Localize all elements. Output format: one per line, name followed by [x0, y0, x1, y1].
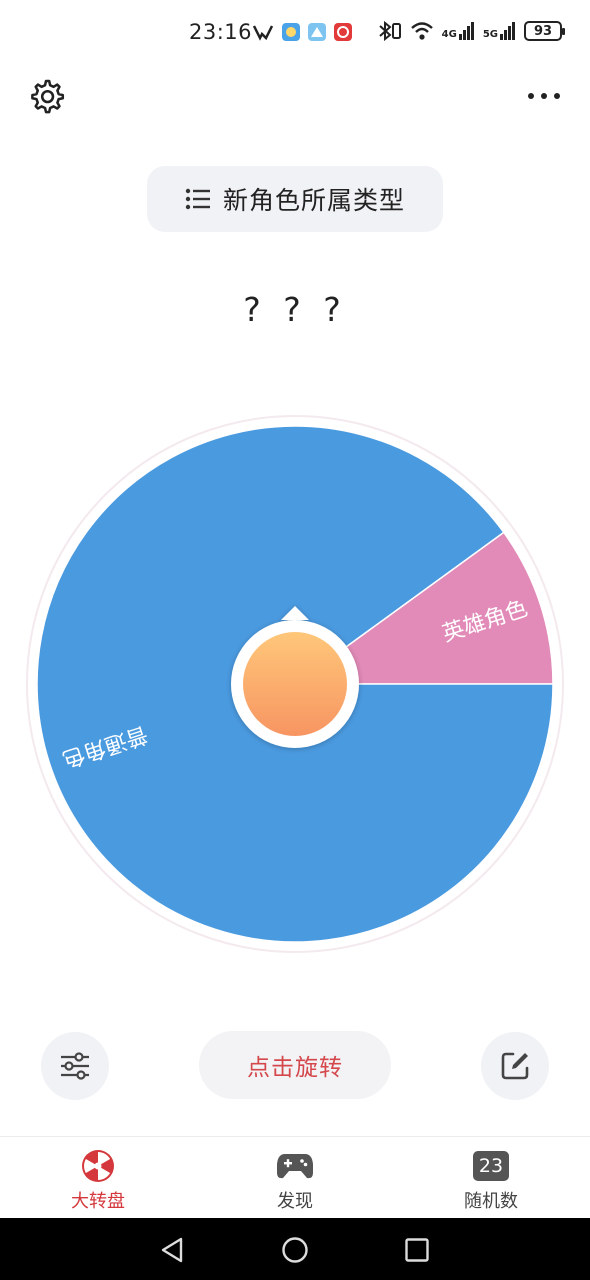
sliders-icon — [61, 1052, 89, 1080]
gamepad-icon — [276, 1149, 314, 1183]
bottom-nav: 大转盘 发现 23 随机数 — [0, 1136, 590, 1218]
signal-5g-label: 5G — [482, 29, 498, 40]
back-triangle-icon — [161, 1237, 183, 1263]
wheel-icon — [80, 1149, 116, 1183]
spin-result: ? ? ? — [243, 290, 347, 329]
list-icon — [185, 188, 210, 210]
edit-icon — [501, 1052, 529, 1080]
status-bar: 23:16 4G 5G 93 — [0, 0, 590, 64]
bluetooth-icon — [378, 20, 401, 42]
adjust-settings-button[interactable] — [41, 1032, 109, 1100]
signal-bars-icon — [458, 22, 474, 40]
more-dots-icon — [528, 93, 560, 99]
signal-bars-icon — [500, 22, 515, 40]
nav-label-wheel: 大转盘 — [71, 1191, 125, 1212]
signal-5g: 5G — [483, 22, 516, 40]
system-recents-button[interactable] — [401, 1234, 433, 1266]
random-number-badge: 23 — [473, 1151, 509, 1181]
notification-icons — [252, 23, 352, 41]
spin-button-label: 点击旋转 — [247, 1055, 343, 1081]
wheel-title-selector[interactable]: 新角色所属类型 — [147, 166, 443, 232]
more-button[interactable] — [522, 74, 566, 118]
number-23-icon: 23 — [473, 1149, 509, 1183]
signal-4g: 4G — [442, 22, 475, 40]
wheel-title: 新角色所属类型 — [222, 186, 405, 215]
edit-button[interactable] — [481, 1032, 549, 1100]
gear-icon — [31, 79, 65, 114]
nav-item-wheel[interactable]: 大转盘 — [28, 1137, 168, 1219]
battery-icon: 93 — [524, 21, 565, 41]
spinner-wheel[interactable]: 英雄角色普通角色 — [25, 414, 565, 954]
signal-4g-label: 4G — [441, 29, 457, 40]
nav-item-random-number[interactable]: 23 随机数 — [421, 1137, 561, 1219]
nav-label-discover: 发现 — [277, 1191, 313, 1212]
spin-button[interactable]: 点击旋转 — [199, 1031, 391, 1099]
system-home-button[interactable] — [279, 1234, 311, 1266]
recents-square-icon — [405, 1238, 429, 1262]
system-nav-bar — [0, 1218, 590, 1280]
wifi-icon — [410, 22, 433, 40]
battery-level: 93 — [533, 23, 553, 39]
system-back-button[interactable] — [156, 1234, 188, 1266]
nav-item-discover[interactable]: 发现 — [225, 1137, 365, 1219]
status-right: 4G 5G 93 — [376, 20, 565, 42]
nav-label-random-number: 随机数 — [464, 1191, 518, 1212]
hub-center[interactable] — [243, 632, 347, 736]
status-time: 23:16 — [189, 20, 253, 44]
home-circle-icon — [282, 1237, 308, 1263]
settings-button[interactable] — [24, 74, 68, 118]
